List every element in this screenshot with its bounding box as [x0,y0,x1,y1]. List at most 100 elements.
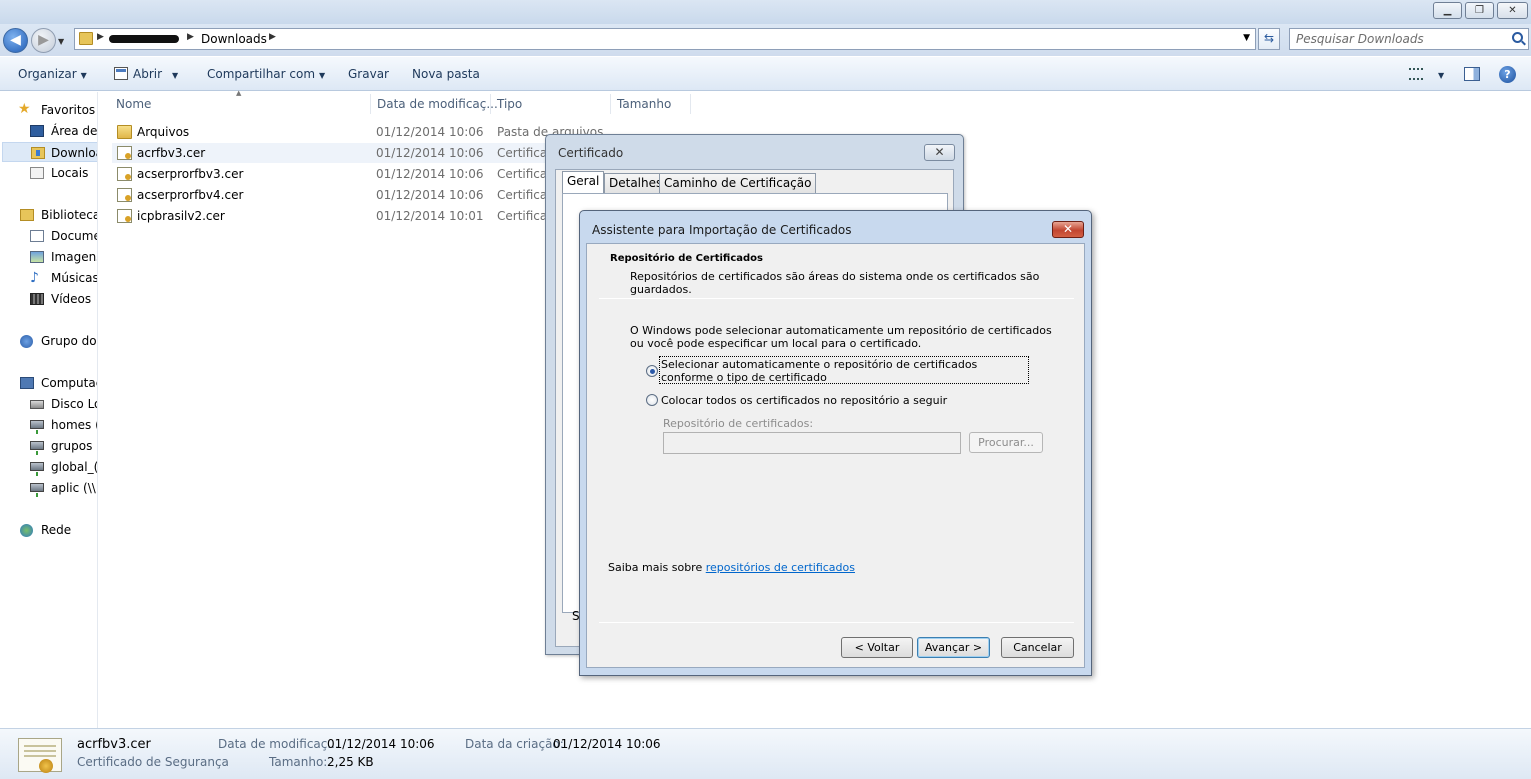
network-drive-icon [30,441,44,455]
chevron-down-icon: ▼ [80,71,87,80]
learn-more-link[interactable]: repositórios de certificados [706,561,855,574]
documents-icon [30,230,44,242]
downloads-folder-icon [31,147,45,159]
file-row[interactable]: acserprorfbv3.cer 01/12/2014 10:06 Certi… [112,164,572,184]
store-input[interactable] [663,432,961,454]
chevron-right-icon[interactable]: ▶ [97,32,104,42]
tab-general[interactable]: Geral [562,171,605,194]
nav-label: Locais [51,166,89,180]
file-row[interactable]: acrfbv3.cer 01/12/2014 10:06 Certificad [112,143,572,163]
next-button[interactable]: Avançar > [917,637,990,658]
details-created-value: 01/12/2014 10:06 [553,737,661,751]
file-row[interactable]: icpbrasilv2.cer 01/12/2014 10:01 Certifi… [112,206,572,226]
change-view-icon[interactable] [1409,68,1423,80]
file-date: 01/12/2014 10:01 [376,209,484,223]
redacted-path-segment[interactable] [109,35,179,43]
nav-label: Grupo dor [41,334,98,348]
chevron-right-icon[interactable]: ▶ [269,32,276,42]
preview-pane-icon[interactable] [1464,67,1480,81]
nav-label: grupos ( [51,439,98,453]
open-button[interactable]: Abrir ▼ [114,67,178,81]
radio-manual-label[interactable]: Colocar todos os certificados no reposit… [661,394,947,407]
nav-label: Imagens [51,250,98,264]
back-button[interactable]: ◀ [3,28,28,53]
sort-ascending-icon: ▲ [236,89,242,97]
window-titlebar: ▁ ❐ ✕ [0,0,1531,24]
address-bar[interactable]: ▶ ▶ Downloads ▶ ▼ [74,28,1256,50]
details-filename: acrfbv3.cer [77,737,151,752]
refresh-button[interactable]: ⇆ [1258,28,1280,50]
share-label: Compartilhar com [207,67,316,81]
radio-auto-select-store[interactable] [646,365,658,377]
column-divider[interactable] [370,94,371,114]
nav-label: Favoritos [41,103,96,117]
column-header-type[interactable]: Tipo [497,94,522,114]
nav-downloads[interactable]: Downloa [2,142,98,162]
radio-manual-store[interactable] [646,394,658,406]
nav-label: Vídeos [51,292,92,306]
share-button[interactable]: Compartilhar com ▼ [207,67,325,81]
wizard-close-button[interactable]: ✕ [1052,221,1084,238]
address-dropdown-icon[interactable]: ▼ [1243,33,1250,43]
file-name: acserprorfbv3.cer [137,167,244,181]
burn-button[interactable]: Gravar [348,67,389,81]
column-divider[interactable] [610,94,611,114]
network-drive-icon [30,420,44,434]
column-divider[interactable] [490,94,491,114]
certificate-icon [117,188,132,202]
radio-auto-select-label[interactable]: Selecionar automaticamente o repositório… [661,358,1026,384]
details-filetype: Certificado de Segurança [77,755,229,769]
column-header-date[interactable]: Data de modificaç... [377,94,498,114]
nav-label: homes (\ [51,418,97,432]
computer-icon [20,377,34,389]
certificate-icon [117,146,132,160]
local-disk-icon [30,400,44,409]
column-header-size[interactable]: Tamanho [617,94,671,114]
network-icon [20,524,33,537]
details-size-label: Tamanho: [269,755,328,769]
organize-button[interactable]: Organizar ▼ [18,67,87,81]
back-button[interactable]: < Voltar [841,637,913,658]
file-name: icpbrasilv2.cer [137,209,225,223]
details-modified-label: Data de modificaç... [218,737,339,751]
libraries-icon [20,209,34,221]
separator [599,298,1074,299]
nav-label: Rede [41,523,72,537]
forward-button[interactable]: ▶ [31,28,56,53]
search-box[interactable] [1289,28,1529,50]
file-name: acserprorfbv4.cer [137,188,244,202]
store-label: Repositório de certificados: [663,417,814,430]
close-window-button[interactable]: ✕ [1497,2,1528,19]
nav-label: Downloa [51,146,98,160]
file-row[interactable]: acserprorfbv4.cer 01/12/2014 10:06 Certi… [112,185,572,205]
learn-more-prefix: Saiba mais sobre [608,561,703,574]
wizard-body: Repositório de Certificados Repositórios… [586,243,1085,668]
nav-label: Computac [41,376,98,390]
tab-details[interactable]: Detalhes [604,173,668,193]
browse-button[interactable]: Procurar... [969,432,1043,453]
cancel-button[interactable]: Cancelar [1001,637,1074,658]
chevron-right-icon[interactable]: ▶ [187,32,194,42]
network-drive-icon [30,462,44,476]
music-icon: ♪ [30,270,39,286]
maximize-button[interactable]: ❐ [1465,2,1494,19]
navigation-pane: ★ Favoritos Área de T Downloa Locais Bibl… [0,92,98,728]
tab-certification-path[interactable]: Caminho de Certificação [659,173,817,193]
minimize-button[interactable]: ▁ [1433,2,1462,19]
search-icon[interactable] [1512,32,1523,43]
search-input[interactable] [1296,31,1501,47]
videos-icon [30,293,44,305]
view-options-dropdown[interactable]: ▼ [1434,67,1444,81]
new-folder-button[interactable]: Nova pasta [412,67,480,81]
breadcrumb-downloads[interactable]: Downloads [201,32,267,46]
recent-pages-dropdown[interactable]: ▼ [58,37,64,46]
column-divider[interactable] [690,94,691,114]
file-date: 01/12/2014 10:06 [376,188,484,202]
certificate-close-button[interactable]: ✕ [924,144,955,161]
wizard-subheading: Repositórios de certificados são áreas d… [630,270,1040,296]
help-icon[interactable]: ? [1499,66,1516,83]
column-header-name[interactable]: Nome [116,94,151,114]
chevron-down-icon: ▼ [1438,71,1445,80]
file-row[interactable]: Arquivos 01/12/2014 10:06 Pasta de arqui… [112,122,603,142]
details-size-value: 2,25 KB [327,755,374,769]
